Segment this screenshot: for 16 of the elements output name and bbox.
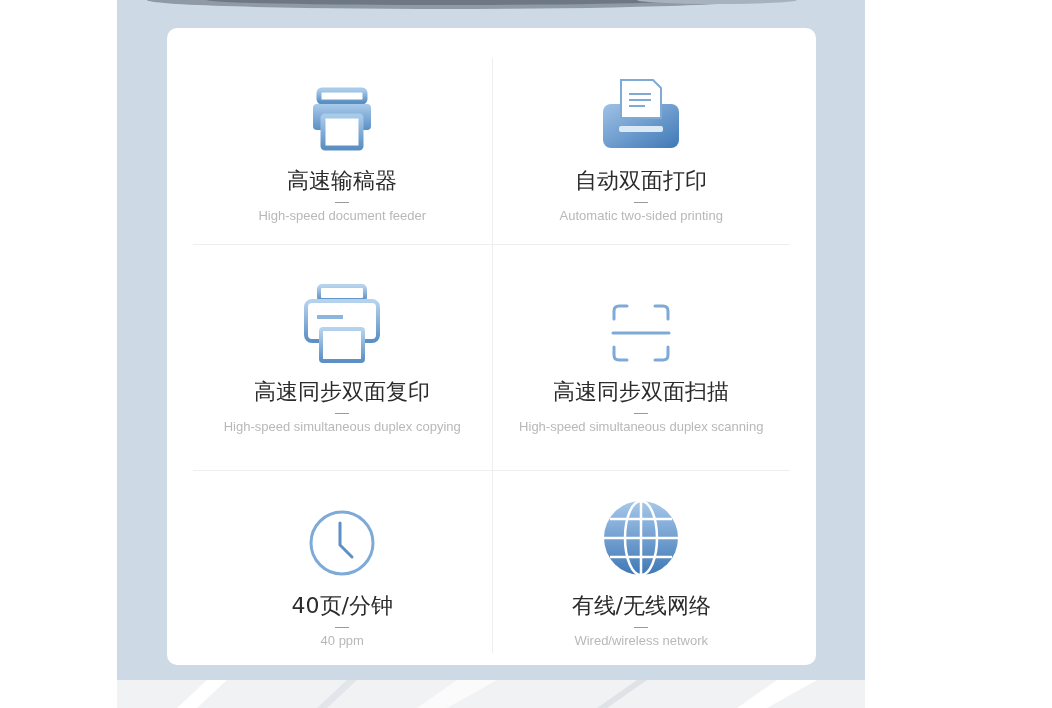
feature-subtitle: 40 ppm xyxy=(320,633,364,648)
feature-title: 有线/无线网络 xyxy=(571,592,711,620)
feature-subtitle: Automatic two-sided printing xyxy=(559,208,723,223)
globe-icon xyxy=(602,499,681,577)
feature-subtitle: High-speed simultaneous duplex copying xyxy=(223,419,461,434)
feature-subtitle: Wired/wireless network xyxy=(574,633,709,648)
feature-subtitle: High-speed document feeder xyxy=(258,208,427,223)
feature-title: 自动双面打印 xyxy=(575,167,708,195)
copier-icon xyxy=(303,283,382,363)
feature-subtitle: High-speed simultaneous duplex scanning xyxy=(519,419,764,434)
feature-title: 高速同步双面复印 xyxy=(254,378,431,406)
feature-title: 40页/分钟 xyxy=(291,592,393,620)
clock-icon xyxy=(308,509,377,577)
scan-frame-icon xyxy=(611,303,672,363)
feature-title: 高速同步双面扫描 xyxy=(553,378,730,406)
feature-title: 高速输稿器 xyxy=(287,167,398,195)
